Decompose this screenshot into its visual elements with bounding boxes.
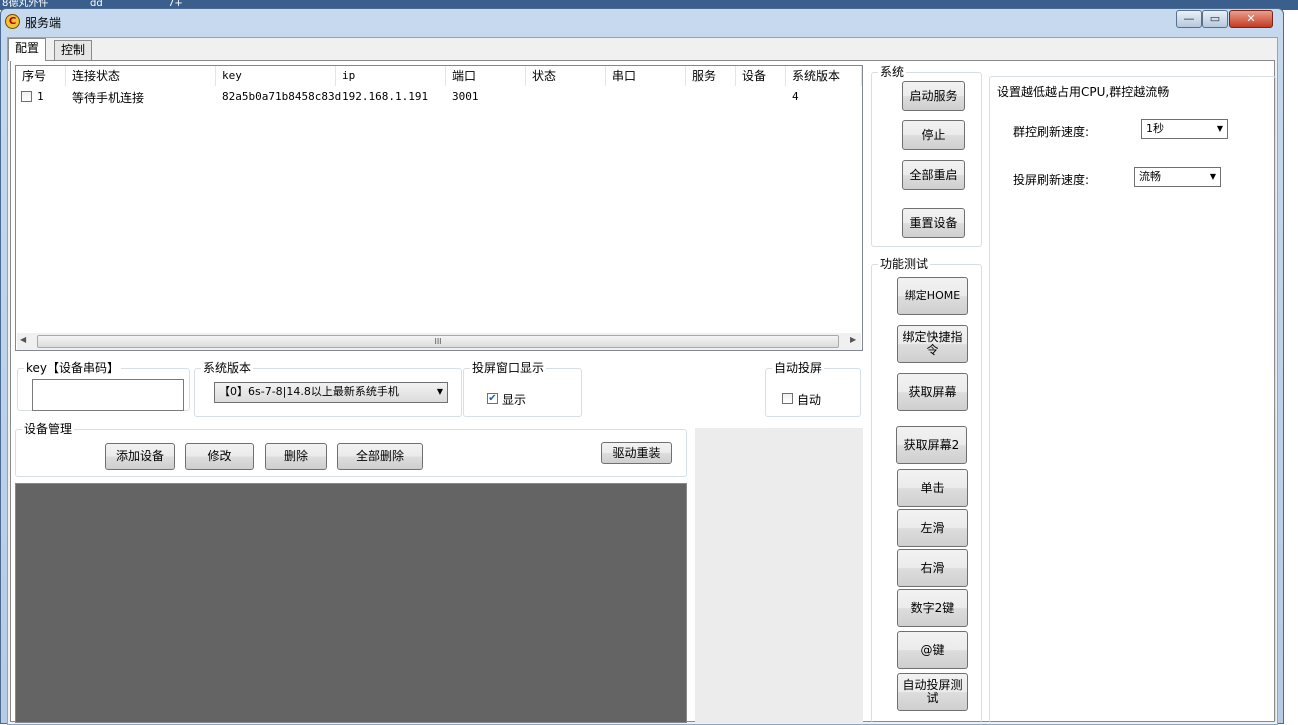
screen-refresh-value: 流畅 (1139, 170, 1161, 183)
group-refresh-label: 群控刷新速度: (1013, 125, 1090, 139)
settings-panel: 设置越低越占用CPU,群控越流畅 群控刷新速度: 1秒 ▼ 投屏刷新速度: 流畅… (989, 76, 1276, 723)
swipe-left-button[interactable]: 左滑 (897, 509, 968, 547)
screen-refresh-select[interactable]: 流畅 ▼ (1134, 167, 1221, 187)
delete-all-button[interactable]: 全部删除 (337, 443, 423, 470)
row-index: 1 (37, 90, 44, 103)
key-num2-button[interactable]: 数字2键 (897, 589, 968, 627)
device-mgmt-label: 设备管理 (22, 422, 75, 436)
key-at-button[interactable]: @键 (897, 631, 968, 669)
column-header-serial[interactable]: 串口 (606, 66, 686, 86)
bind-shortcut-button[interactable]: 绑定快捷指令 (897, 325, 968, 363)
close-icon[interactable]: ✕ (1229, 10, 1273, 28)
stop-button[interactable]: 停止 (902, 120, 965, 150)
version-select[interactable]: 【0】6s-7-8|14.8以上最新系统手机 ▼ (214, 382, 448, 403)
driver-reinstall-button[interactable]: 驱动重装 (601, 442, 672, 464)
chevron-down-icon: ▼ (1209, 172, 1216, 181)
auto-screen-group: 自动投屏 自动 (765, 361, 861, 417)
column-header-index[interactable]: 序号 (16, 66, 66, 86)
chevron-down-icon: ▼ (436, 387, 443, 396)
add-device-button[interactable]: 添加设备 (105, 443, 175, 470)
column-header-ip[interactable]: ip (336, 66, 446, 86)
minimize-icon[interactable]: — (1176, 10, 1202, 28)
row-ip: 192.168.1.191 (342, 90, 429, 103)
delete-button[interactable]: 删除 (265, 443, 327, 470)
click-button[interactable]: 单击 (897, 469, 968, 507)
column-header-key[interactable]: key (216, 66, 336, 86)
column-header-status[interactable]: 状态 (526, 66, 606, 86)
auto-screen-test-button[interactable]: 自动投屏测试 (897, 673, 968, 711)
restart-all-button[interactable]: 全部重启 (902, 160, 965, 190)
device-list[interactable]: 序号 连接状态 key ip 端口 状态 串口 服务 设备 系统版本 1 等待手… (15, 65, 863, 351)
swipe-right-button[interactable]: 右滑 (897, 549, 968, 587)
column-header-connection[interactable]: 连接状态 (66, 66, 216, 86)
get-screen2-button[interactable]: 获取屏幕2 (896, 426, 967, 464)
screen-refresh-label: 投屏刷新速度: (1013, 173, 1090, 187)
tab-config[interactable]: 配置 (8, 38, 47, 61)
config-tab-page: 序号 连接状态 key ip 端口 状态 串口 服务 设备 系统版本 1 等待手… (10, 60, 1276, 723)
edit-button[interactable]: 修改 (185, 443, 254, 470)
row-checkbox[interactable] (21, 91, 32, 102)
version-select-value: 【0】6s-7-8|14.8以上最新系统手机 (219, 385, 399, 398)
column-header-device[interactable]: 设备 (736, 66, 786, 86)
side-panel-area (695, 428, 863, 723)
function-test-group: 功能测试 绑定HOME 绑定快捷指令 获取屏幕 获取屏幕2 单击 左滑 右滑 数… (871, 257, 982, 723)
version-group: 系统版本 【0】6s-7-8|14.8以上最新系统手机 ▼ (194, 361, 462, 417)
title-bar[interactable]: C 服务端 — ▭ ✕ (1, 9, 1283, 35)
chevron-down-icon: ▼ (1216, 124, 1223, 133)
get-screen-button[interactable]: 获取屏幕 (897, 373, 968, 411)
key-input[interactable] (32, 379, 184, 411)
key-group-label: key【设备串码】 (24, 361, 122, 375)
settings-hint: 设置越低越占用CPU,群控越流畅 (997, 85, 1170, 99)
column-header-port[interactable]: 端口 (446, 66, 526, 86)
group-refresh-select[interactable]: 1秒 ▼ (1141, 119, 1228, 139)
key-group: key【设备串码】 (17, 361, 190, 411)
auto-screen-group-label: 自动投屏 (772, 361, 825, 375)
start-service-button[interactable]: 启动服务 (902, 81, 965, 111)
version-group-label: 系统版本 (201, 361, 254, 375)
reset-devices-button[interactable]: 重置设备 (902, 208, 965, 238)
show-checkbox[interactable]: ✔ (487, 393, 498, 404)
window-title: 服务端 (25, 16, 62, 30)
scroll-right-icon[interactable]: ▶ (850, 335, 856, 344)
row-port: 3001 (452, 90, 479, 103)
device-mgmt-group: 设备管理 添加设备 修改 删除 全部删除 驱动重装 (15, 422, 687, 477)
main-window: C 服务端 — ▭ ✕ 配置 控制 序号 连接状态 key ip 端口 状态 串… (0, 8, 1284, 725)
system-group: 系统 启动服务 停止 全部重启 重置设备 (871, 65, 982, 247)
app-logo-icon: C (5, 14, 20, 29)
screen-window-group-label: 投屏窗口显示 (470, 361, 547, 375)
horizontal-scrollbar[interactable]: ◀ III ▶ (17, 333, 861, 350)
bind-home-button[interactable]: 绑定HOME (897, 277, 968, 315)
scroll-left-icon[interactable]: ◀ (20, 335, 26, 344)
function-test-label: 功能测试 (878, 257, 931, 271)
row-key: 82a5b0a71b8458c83d (222, 90, 342, 103)
column-header-service[interactable]: 服务 (686, 66, 736, 86)
show-checkbox-label: 显示 (502, 393, 527, 407)
maximize-icon[interactable]: ▭ (1202, 10, 1228, 28)
tab-control[interactable]: 控制 (54, 40, 93, 60)
client-area: 配置 控制 序号 连接状态 key ip 端口 状态 串口 服务 设备 系统版本… (7, 37, 1278, 725)
scroll-thumb[interactable]: III (37, 335, 839, 348)
system-group-label: 系统 (878, 65, 907, 79)
column-header-version[interactable]: 系统版本 (786, 66, 862, 86)
row-version: 4 (792, 90, 799, 103)
group-refresh-value: 1秒 (1146, 122, 1164, 135)
auto-checkbox-label: 自动 (797, 393, 822, 407)
screen-window-group: 投屏窗口显示 ✔ 显示 (463, 361, 582, 417)
row-connection: 等待手机连接 (72, 91, 145, 105)
screen-preview-area[interactable] (15, 483, 687, 723)
auto-checkbox[interactable] (782, 393, 793, 404)
